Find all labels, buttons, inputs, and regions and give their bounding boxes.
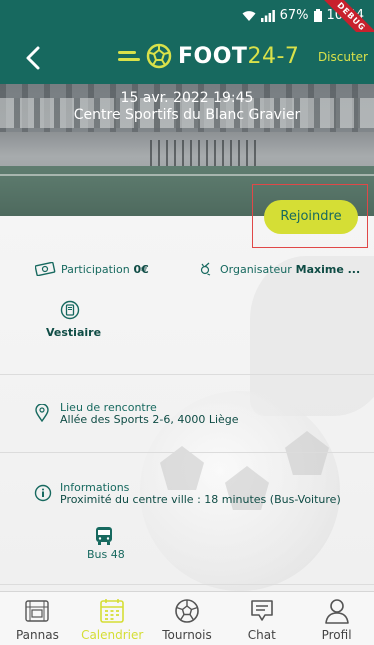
battery-icon (313, 9, 322, 22)
profile-icon (324, 599, 349, 624)
info-value: Proximité du centre ville : 18 minutes (… (60, 493, 341, 506)
status-bar: 67% 10:44 DEBUG (0, 0, 374, 54)
join-button[interactable]: Rejoindre (264, 200, 358, 234)
logo-main-text: FOOT (178, 43, 248, 69)
bottom-navigation: Pannas Calendrier Tournois Chat Profil (0, 591, 374, 645)
section-divider (0, 452, 374, 453)
logo-text: FOOT24-7 (178, 44, 299, 69)
participation-label: Participation (61, 263, 130, 276)
chat-icon (250, 600, 273, 621)
participation-value: 0€ (133, 263, 149, 276)
nav-item-pannas[interactable]: Pannas (0, 592, 75, 645)
discuter-link[interactable]: Discuter (318, 50, 368, 64)
location-pin-icon (35, 404, 49, 422)
info-icon (34, 484, 52, 502)
locker-room-icon (60, 300, 80, 320)
event-venue: Centre Sportifs du Blanc Gravier (73, 107, 301, 123)
football-logo-icon (146, 43, 172, 69)
nav-label: Pannas (15, 628, 59, 642)
app-logo: FOOT24-7 (118, 43, 299, 69)
section-divider (0, 584, 374, 585)
back-button[interactable] (22, 44, 46, 72)
nav-item-tournois[interactable]: Tournois (150, 592, 225, 645)
section-divider (0, 374, 374, 375)
bus-icon (96, 527, 112, 545)
money-icon (35, 262, 56, 276)
organizer-row: Organisateur Maxime ... (220, 262, 360, 276)
nav-label: Calendrier (81, 628, 144, 642)
chevron-left-icon (26, 46, 40, 70)
location-value[interactable]: Allée des Sports 2-6, 4000 Liège (60, 413, 239, 426)
logo-accent-text: 24-7 (247, 43, 300, 69)
organizer-value: Maxime ... (295, 263, 361, 276)
signal-icon (260, 9, 275, 22)
nav-label: Profil (321, 628, 352, 642)
football-icon (175, 599, 199, 623)
nav-item-profil[interactable]: Profil (299, 592, 374, 645)
amenity-label: Vestiaire (46, 326, 102, 339)
whistle-icon (200, 262, 211, 276)
app-header: FOOT24-7 Discuter (0, 32, 374, 84)
calendar-icon (100, 599, 124, 623)
nav-label: Chat (247, 628, 276, 642)
nav-label: Tournois (162, 628, 212, 642)
organizer-label: Organisateur (220, 263, 292, 276)
event-date-time: 15 avr. 2022 19:45 (120, 90, 254, 106)
nav-item-chat[interactable]: Chat (224, 592, 299, 645)
battery-percent: 67% (279, 8, 309, 23)
participation-row: Participation 0€ (61, 262, 149, 276)
wifi-icon (242, 10, 256, 21)
panna-cage-icon (25, 600, 50, 622)
logo-speed-lines (118, 51, 140, 61)
nav-item-calendrier[interactable]: Calendrier (75, 592, 150, 645)
transport-label: Bus 48 (87, 548, 125, 561)
